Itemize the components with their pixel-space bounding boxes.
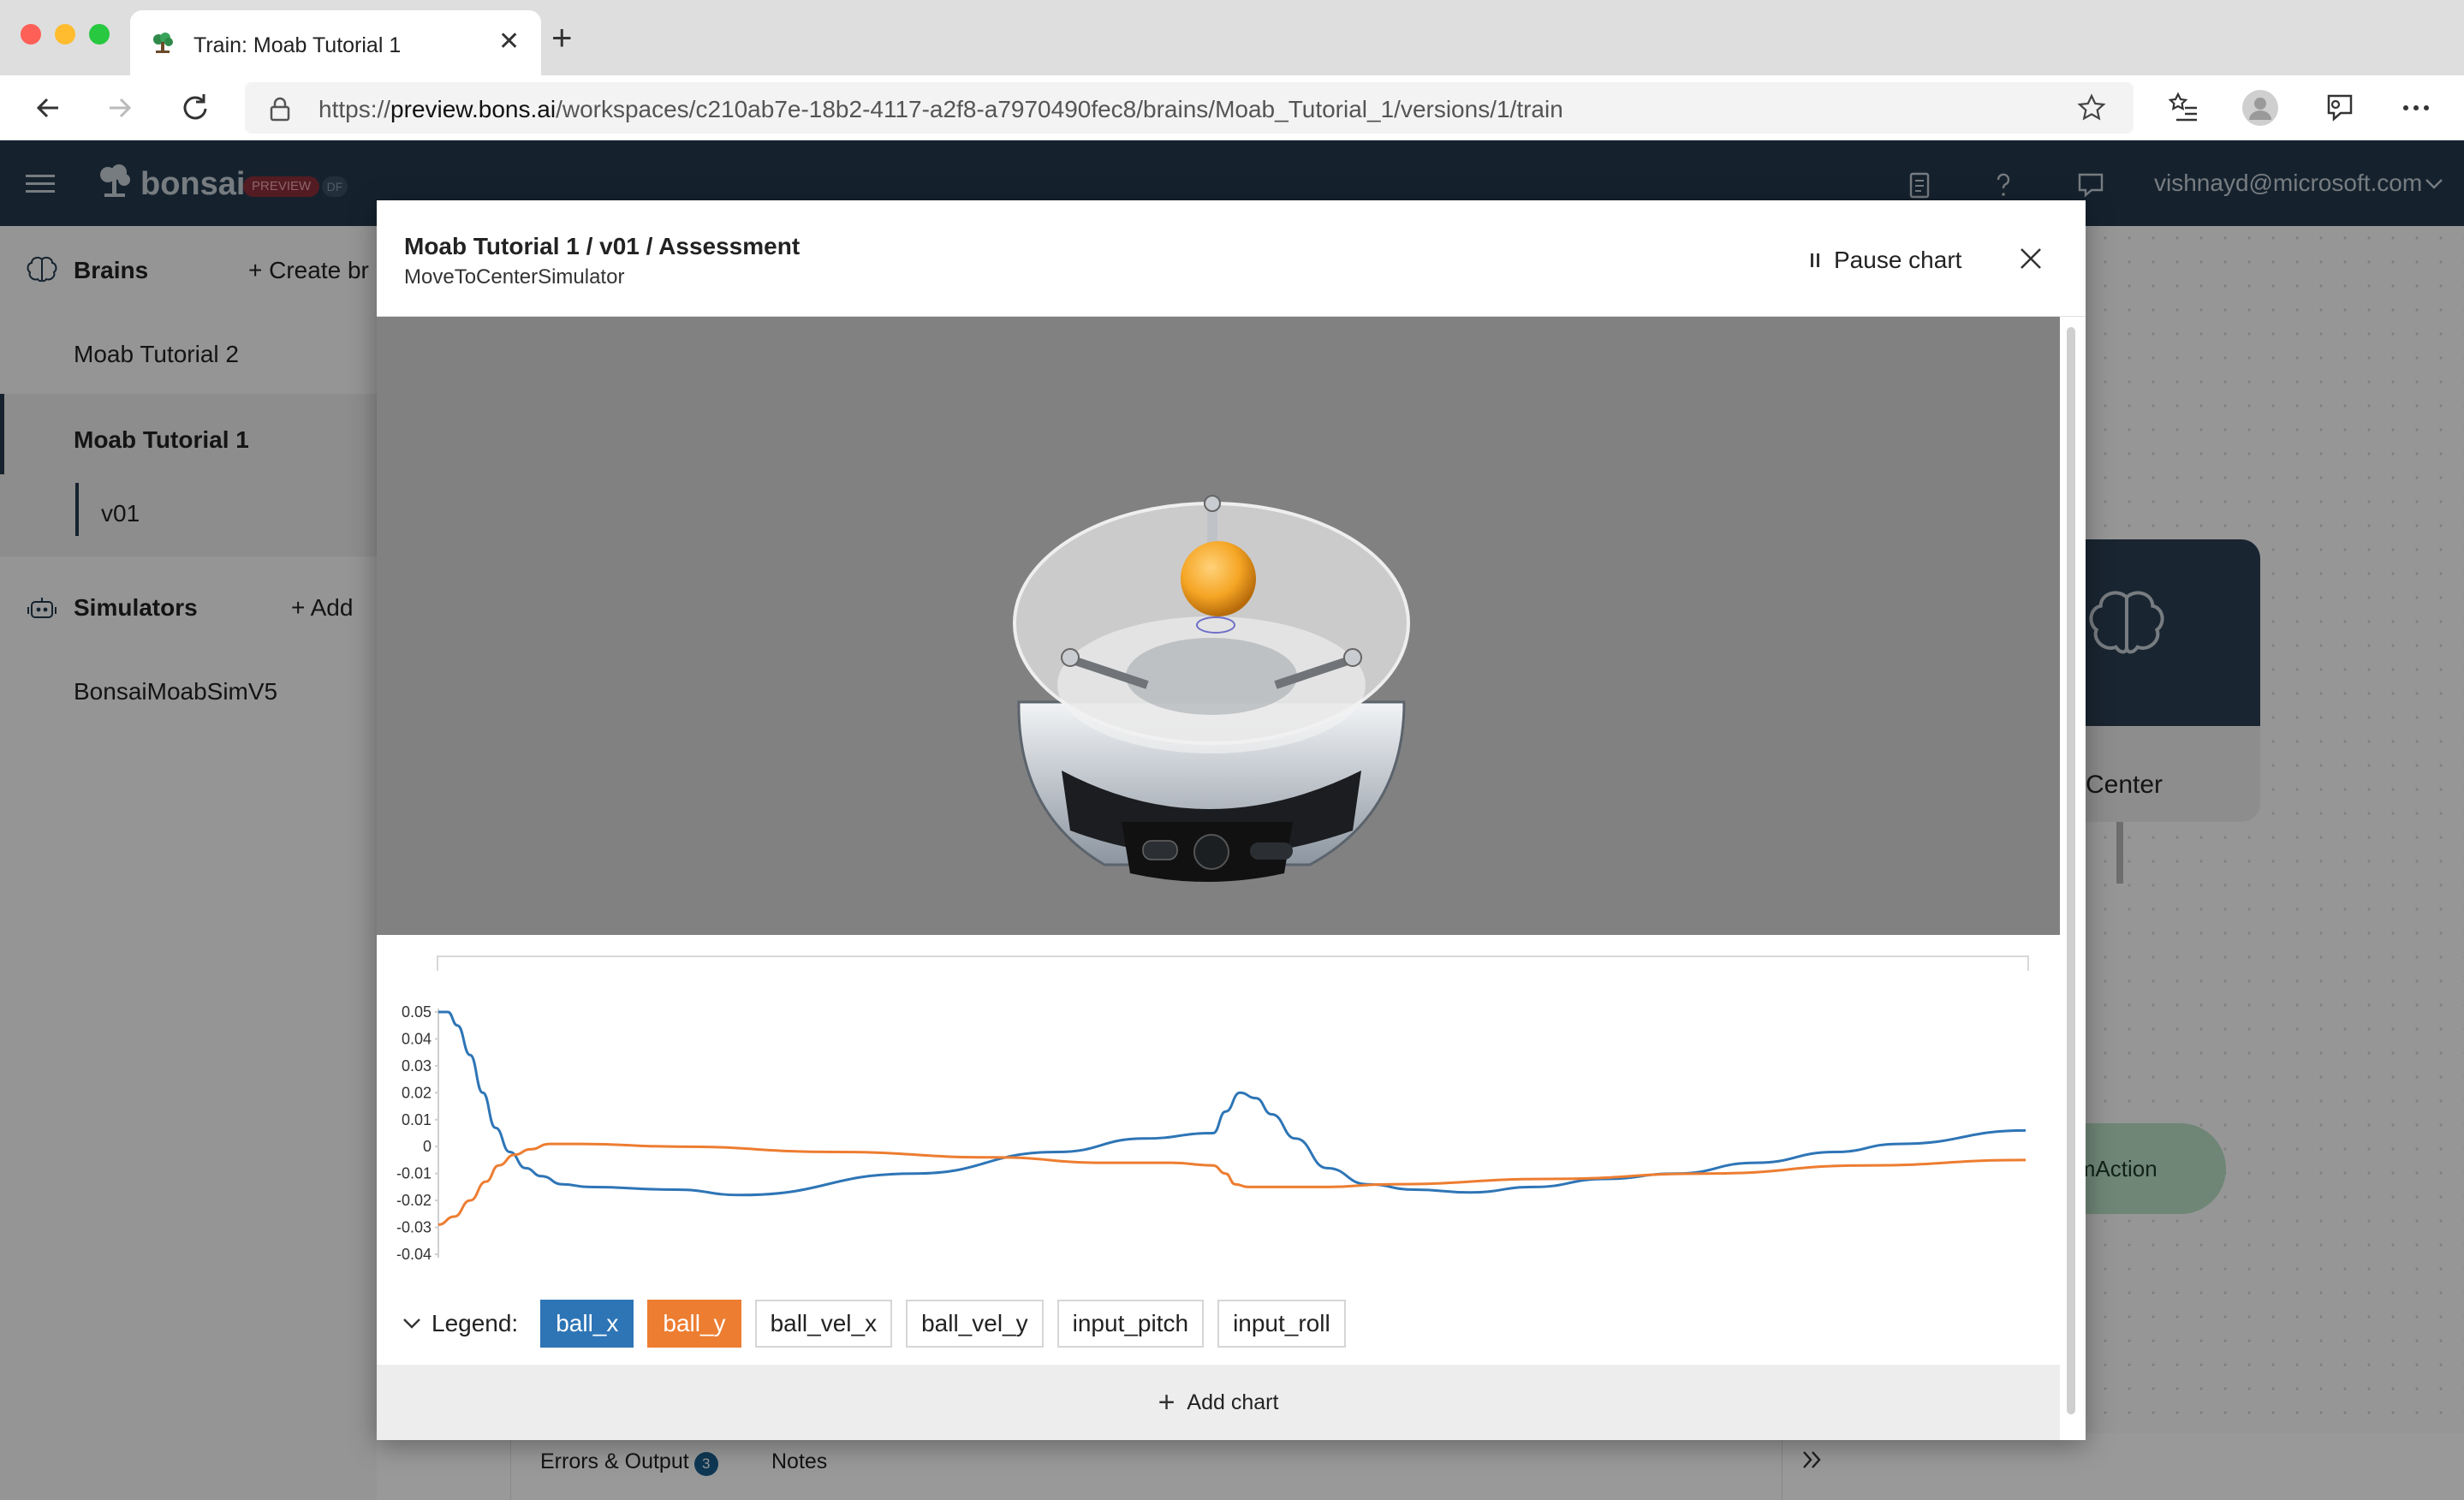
tab-close-icon[interactable]: ✕ [498, 29, 520, 55]
legend-chip-ball-vel-y[interactable]: ball_vel_y [906, 1300, 1044, 1348]
browser-tab[interactable]: Train: Moab Tutorial 1 ✕ [130, 10, 541, 75]
window-zoom-button[interactable] [89, 24, 110, 45]
legend-chip-ball-x[interactable]: ball_x [540, 1300, 634, 1348]
modal-header: Moab Tutorial 1 / v01 / Assessment MoveT… [377, 200, 2086, 317]
pause-chart-label: Pause chart [1834, 247, 1962, 273]
reload-icon[interactable] [176, 89, 214, 127]
chart-top-border [437, 955, 2029, 957]
y-axis: 0.05 0.04 0.03 0.02 0.01 0 -0.01 -0.02 -0.03 -0.0… [396, 1003, 439, 1263]
more-options-icon[interactable] [2397, 89, 2435, 127]
series-line-ball-y [437, 1142, 2027, 1226]
favorite-star-icon[interactable] [2077, 93, 2106, 122]
add-chart-label: Add chart [1187, 1390, 1279, 1414]
y-tick-label: 0.01 [402, 1111, 431, 1128]
chart-series [437, 1010, 2027, 1226]
browser-toolbar: https://preview.bons.ai/workspaces/c210a… [0, 75, 2464, 140]
assessment-modal: Moab Tutorial 1 / v01 / Assessment MoveT… [377, 200, 2086, 1440]
moab-device-illustration [1013, 495, 1410, 882]
y-tick-label: 0.02 [402, 1084, 431, 1101]
modal-title: Moab Tutorial 1 / v01 / Assessment [404, 233, 801, 259]
chart-left-border [437, 955, 438, 971]
legend-chip-ball-vel-x[interactable]: ball_vel_x [754, 1300, 893, 1348]
simulator-visualization [377, 317, 2060, 935]
y-tick-label: -0.02 [396, 1192, 431, 1209]
legend-chip-input-roll[interactable]: input_roll [1217, 1300, 1346, 1348]
tab-title: Train: Moab Tutorial 1 [193, 33, 402, 57]
series-line-ball-x [438, 1010, 2027, 1197]
add-chart-button[interactable]: + Add chart [377, 1365, 2060, 1440]
close-icon[interactable] [2015, 243, 2046, 274]
y-tick-label: -0.04 [396, 1246, 431, 1263]
feedback-icon[interactable] [2320, 89, 2358, 127]
favorites-list-icon[interactable] [2164, 89, 2202, 127]
window-minimize-button[interactable] [55, 24, 75, 45]
line-chart: 0.05 0.04 0.03 0.02 0.01 0 -0.01 -0.02 -0.03 -0.0… [396, 955, 2029, 1263]
legend-toggle[interactable]: Legend: [402, 1310, 518, 1337]
new-tab-icon[interactable]: + [551, 20, 573, 56]
forward-arrow-icon[interactable] [101, 89, 139, 127]
modal-scrollbar[interactable] [2067, 327, 2075, 1414]
pause-chart-button[interactable]: Pause chart [1808, 243, 1961, 277]
y-tick-label: 0.04 [402, 1030, 431, 1047]
legend-title: Legend: [431, 1310, 519, 1336]
y-tick-label: -0.01 [396, 1165, 431, 1182]
y-tick-label: 0 [423, 1138, 431, 1155]
y-tick-label: -0.03 [396, 1219, 431, 1236]
y-tick-label: 0.03 [402, 1057, 431, 1074]
address-bar[interactable]: https://preview.bons.ai/workspaces/c210a… [245, 82, 2134, 134]
lock-icon [270, 97, 290, 122]
chart-legend: Legend: ball_x ball_y ball_vel_x ball_vel_y… [402, 1300, 1360, 1348]
y-tick-label: 0.05 [402, 1003, 431, 1021]
profile-avatar-icon[interactable] [2241, 89, 2279, 127]
legend-chip-ball-y[interactable]: ball_y [647, 1300, 741, 1348]
modal-subtitle: MoveToCenterSimulator [404, 265, 625, 289]
url-text: https://preview.bons.ai/workspaces/c210a… [318, 96, 1563, 122]
window-close-button[interactable] [21, 24, 41, 45]
bonsai-favicon-icon [153, 33, 173, 53]
chevron-down-icon [403, 1318, 420, 1329]
legend-chip-input-pitch[interactable]: input_pitch [1056, 1300, 1205, 1348]
chart-right-border [2027, 955, 2029, 971]
pause-icon [1811, 253, 1819, 267]
plus-icon: + [1158, 1386, 1175, 1419]
browser-tabstrip: Train: Moab Tutorial 1 ✕ + [0, 0, 2464, 75]
back-arrow-icon[interactable] [29, 89, 67, 127]
